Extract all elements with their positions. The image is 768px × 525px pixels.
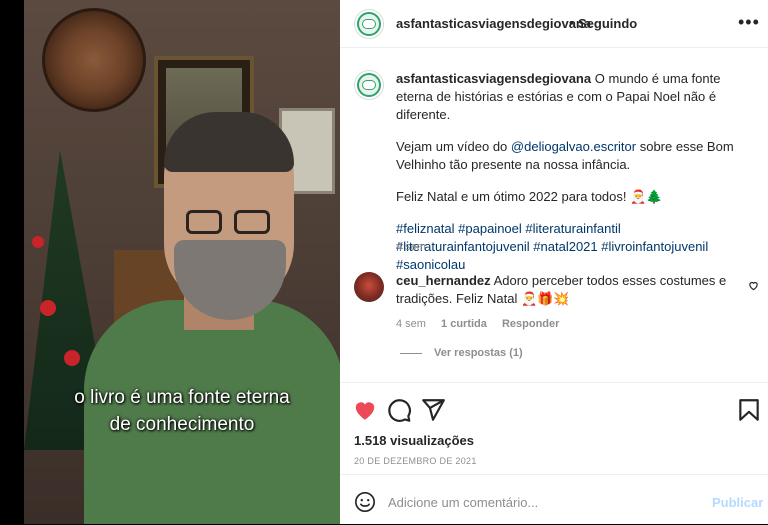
ornament	[64, 350, 80, 366]
comment-body: ceu_hernandez Adoro perceber todos esses…	[396, 272, 736, 308]
emoji-icon[interactable]	[354, 491, 376, 513]
video-caption-line2: de conhecimento	[109, 414, 255, 435]
person-shirt	[84, 300, 340, 524]
view-replies-button[interactable]: Ver respostas (1)	[400, 347, 523, 359]
post-panel: asfantasticasviagensdegiovana • Seguindo…	[340, 0, 768, 524]
following-button[interactable]: Seguindo	[578, 16, 637, 31]
ornament	[40, 300, 56, 316]
ornament	[32, 236, 44, 248]
caption-text2-before: Vejam um vídeo do	[396, 139, 511, 154]
publish-button[interactable]: Publicar	[712, 495, 763, 510]
video-caption-line1: o livro é uma fonte eterna	[74, 387, 290, 408]
caption-avatar[interactable]	[354, 70, 384, 100]
comment-input[interactable]: Adicione um comentário...	[388, 495, 538, 510]
view-replies-label: Ver respostas (1)	[434, 347, 523, 359]
more-options-icon[interactable]: •••	[738, 12, 760, 33]
separator-dot: •	[569, 15, 574, 30]
bookmark-icon[interactable]	[736, 397, 762, 423]
post-header: asfantasticasviagensdegiovana • Seguindo…	[340, 0, 768, 48]
caption-text3: Feliz Natal e um ótimo 2022 para todos! …	[396, 189, 663, 204]
action-bar	[340, 382, 768, 433]
reply-button[interactable]: Responder	[502, 318, 559, 330]
heart-icon[interactable]	[352, 397, 378, 423]
post-date: 20 DE DEZEMBRO DE 2021	[354, 456, 477, 466]
comment-meta: 4 sem 1 curtida Responder	[396, 318, 571, 330]
comment-like-heart-icon[interactable]	[748, 280, 759, 291]
comment-icon[interactable]	[386, 397, 412, 423]
decorative-plate	[42, 8, 146, 112]
profile-avatar[interactable]	[354, 9, 384, 39]
hashtags[interactable]: #feliznatal #papainoel #literaturainfant…	[396, 220, 756, 274]
video-player[interactable]: o livro é uma fonte eterna de conhecimen…	[24, 0, 340, 524]
comment-likes[interactable]: 1 curtida	[441, 318, 487, 330]
glasses	[186, 210, 272, 236]
left-margin	[0, 0, 24, 524]
post-caption: asfantasticasviagensdegiovana O mundo é …	[396, 70, 756, 288]
commenter-username[interactable]: ceu_hernandez	[396, 273, 491, 288]
header-username[interactable]: asfantasticasviagensdegiovana	[396, 16, 591, 31]
comment-time: 4 sem	[396, 318, 426, 330]
caption-username[interactable]: asfantasticasviagensdegiovana	[396, 71, 591, 86]
share-icon[interactable]	[420, 397, 446, 423]
view-count[interactable]: 1.518 visualizações	[354, 433, 474, 448]
post-time[interactable]: 4 sem	[396, 241, 426, 253]
commenter-avatar[interactable]	[354, 272, 384, 302]
add-comment-bar: Adicione um comentário... Publicar	[340, 474, 768, 525]
mention-link[interactable]: @deliogalvao.escritor	[511, 139, 636, 154]
